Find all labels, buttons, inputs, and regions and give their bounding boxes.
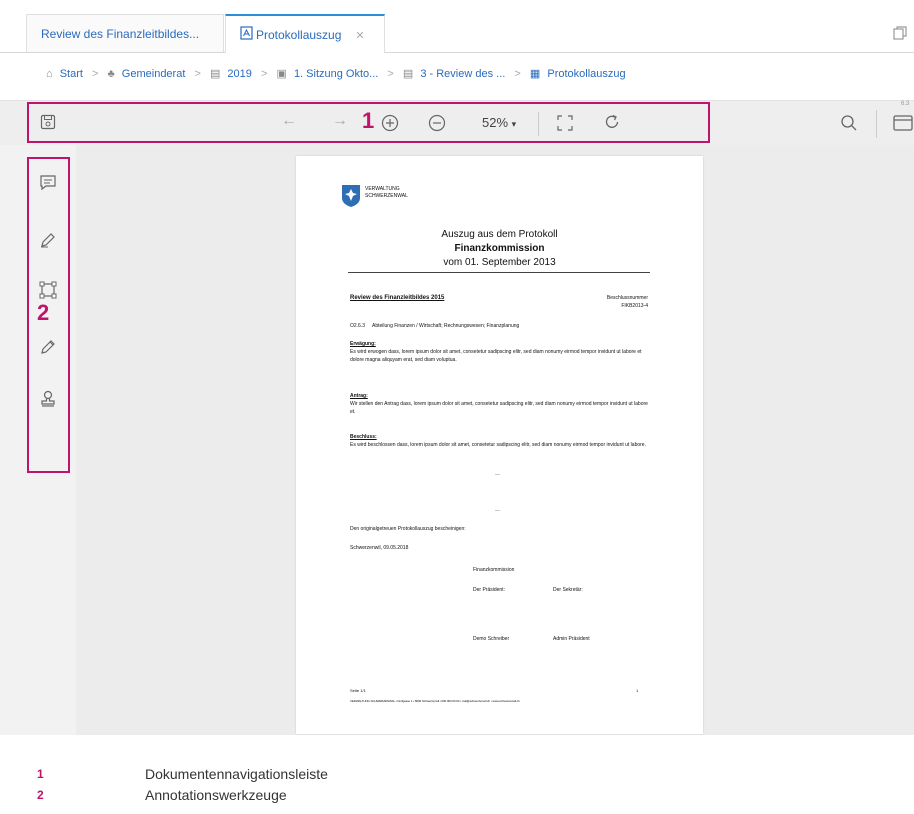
title-rule xyxy=(348,272,650,273)
decision-number: FIKB2013-4 xyxy=(621,303,648,309)
breadcrumb: ⌂ Start > ♣ Gemeinderat > ▤ 2019 > ▣ 1. … xyxy=(46,64,626,84)
paragraph-motion: Wir stellen den Antrag dass, lorem ipsum… xyxy=(350,401,648,415)
legend-number-2: 2 xyxy=(37,788,44,802)
certification-text: Den originalgetreuen Protokollauszug bes… xyxy=(350,526,466,532)
breadcrumb-item-protokollauszug[interactable]: Protokollauszug xyxy=(547,64,625,84)
paragraph-decision: Es wird beschlossen dass, lorem ipsum do… xyxy=(350,442,646,448)
org-name-line2: SCHWERZENWAL xyxy=(365,193,408,199)
word-document-icon: ▦ xyxy=(529,68,541,81)
tab-bar: Review des Finanzleitbildes... Protokoll… xyxy=(0,0,914,53)
doc-title-2: Finanzkommission xyxy=(454,243,545,254)
sidebar-toggle-icon[interactable] xyxy=(893,114,913,137)
search-icon[interactable] xyxy=(840,114,858,137)
breadcrumb-item-gemeinderat[interactable]: Gemeinderat xyxy=(122,64,186,84)
doc-title-1: Auszug aus dem Protokoll xyxy=(441,229,558,240)
chevron-right-icon: > xyxy=(92,68,99,81)
annotation-tools-highlight xyxy=(27,157,70,473)
toolbar-divider xyxy=(876,110,877,138)
municipality-logo xyxy=(341,184,361,213)
signer-1: Demo Schreiber xyxy=(473,636,510,642)
paragraph-consideration: Es wird erwogen dass, lorem ipsum dolor … xyxy=(350,349,642,363)
group-icon: ♣ xyxy=(107,68,115,81)
tab-close-icon[interactable]: ✕ xyxy=(355,30,364,42)
section-text: Abteilung Finanzen / Wirtschaft; Rechnun… xyxy=(372,323,520,329)
heading-decision: Beschluss: xyxy=(350,434,377,440)
breadcrumb-item-review[interactable]: 3 - Review des ... xyxy=(420,64,505,84)
home-icon: ⌂ xyxy=(46,68,53,81)
separator-dash: — xyxy=(495,508,500,514)
chevron-right-icon: > xyxy=(194,68,201,81)
president-label: Der Präsident: xyxy=(473,587,505,593)
secretary-label: Der Sekretär: xyxy=(553,587,583,593)
heading-motion: Antrag: xyxy=(350,393,368,399)
signer-2: Admin Präsident xyxy=(553,636,590,642)
meeting-icon: ▣ xyxy=(276,68,287,81)
breadcrumb-item-sitzung[interactable]: 1. Sitzung Okto... xyxy=(294,64,378,84)
org-name-line1: VERWALTUNG xyxy=(365,186,400,192)
legend-number-1: 1 xyxy=(37,767,44,781)
tab-label: Review des Finanzleitbildes... xyxy=(41,27,200,41)
footer-page: Seite 1/1 xyxy=(350,688,366,693)
footer-mark: 1 xyxy=(636,688,639,693)
legend-area xyxy=(0,735,914,814)
pdf-icon xyxy=(240,17,253,55)
place-date: Schwerzenwil, 09.05.2018 xyxy=(350,545,409,551)
decision-label: Beschlussnummer xyxy=(606,295,648,301)
legend-text-2: Annotationswerkzeuge xyxy=(145,787,287,803)
window-restore-icon[interactable] xyxy=(893,26,907,45)
document-page: VERWALTUNG SCHWERZENWAL Auszug aus dem P… xyxy=(296,156,703,734)
calendar-icon: ▤ xyxy=(209,68,221,81)
chevron-right-icon: > xyxy=(387,68,394,81)
breadcrumb-item-start[interactable]: Start xyxy=(60,64,83,84)
commission-label: Finanzkommission xyxy=(473,567,515,573)
agenda-icon: ▤ xyxy=(402,68,414,81)
chevron-right-icon: > xyxy=(514,68,521,81)
heading-consideration: Erwägung: xyxy=(350,341,376,347)
section-code: O2.6.3 xyxy=(350,323,366,329)
callout-1: 1 xyxy=(362,108,375,133)
breadcrumb-item-2019[interactable]: 2019 xyxy=(227,64,251,84)
page-count: 6.3 xyxy=(901,101,910,107)
subject-line: Review des Finanzleitbildes 2015 xyxy=(350,295,445,301)
tab-protokollauszug[interactable]: Protokollauszug ✕ xyxy=(225,14,385,53)
tab-label: Protokollauszug xyxy=(256,28,342,42)
doc-title-3: vom 01. September 2013 xyxy=(443,257,556,268)
chevron-right-icon: > xyxy=(260,68,268,81)
footer-address: VERWALTUNG SCHWERZENWAL • Dorfgasse 1 • … xyxy=(350,699,520,703)
legend-text-1: Dokumentennavigationsleiste xyxy=(145,766,328,782)
tab-review-finanzleitbild[interactable]: Review des Finanzleitbildes... xyxy=(26,14,224,52)
separator-dash: — xyxy=(495,472,500,478)
